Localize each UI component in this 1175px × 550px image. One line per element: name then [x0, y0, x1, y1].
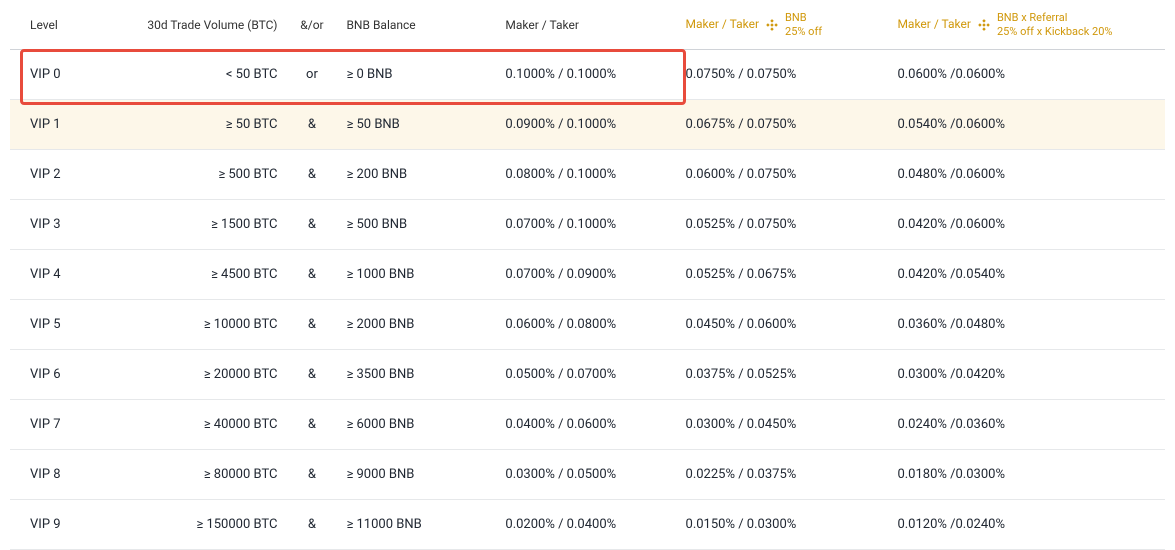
- cell-maker-taker: 0.0800% / 0.1000%: [497, 150, 677, 200]
- cell-volume: ≥ 500 BTC: [105, 150, 285, 200]
- cell-maker-taker: 0.0700% / 0.1000%: [497, 200, 677, 250]
- cell-volume: ≥ 20000 BTC: [105, 350, 285, 400]
- cell-level: VIP 5: [10, 300, 105, 350]
- table-row: VIP 4≥ 4500 BTC&≥ 1000 BNB0.0700% / 0.09…: [10, 250, 1165, 300]
- cell-maker-taker: 0.0400% / 0.0600%: [497, 400, 677, 450]
- cell-bnb: ≥ 3500 BNB: [338, 350, 497, 400]
- table-row: VIP 5≥ 10000 BTC&≥ 2000 BNB0.0600% / 0.0…: [10, 300, 1165, 350]
- cell-volume: ≥ 1500 BTC: [105, 200, 285, 250]
- cell-bnb: ≥ 11000 BNB: [338, 500, 497, 550]
- cell-level: VIP 7: [10, 400, 105, 450]
- hdr-op: &/or: [285, 0, 338, 50]
- cell-bnb25: 0.0150% / 0.0300%: [678, 500, 890, 550]
- table-row: VIP 7≥ 40000 BTC&≥ 6000 BNB0.0400% / 0.0…: [10, 400, 1165, 450]
- cell-bnb25: 0.0525% / 0.0750%: [678, 200, 890, 250]
- table-row: VIP 8≥ 80000 BTC&≥ 9000 BNB0.0300% / 0.0…: [10, 450, 1165, 500]
- cell-level: VIP 8: [10, 450, 105, 500]
- cell-bnb25: 0.0450% / 0.0600%: [678, 300, 890, 350]
- cell-op: &: [285, 200, 338, 250]
- hdr-referral-sub: BNB x Referral 25% off x Kickback 20%: [997, 11, 1113, 37]
- cell-bnb25: 0.0675% / 0.0750%: [678, 100, 890, 150]
- hdr-referral: Maker / Taker BNB x Referral 25% off x K…: [889, 0, 1165, 50]
- cell-bnb25: 0.0375% / 0.0525%: [678, 350, 890, 400]
- cell-maker-taker: 0.0200% / 0.0400%: [497, 500, 677, 550]
- cell-level: VIP 6: [10, 350, 105, 400]
- bnb-icon: [977, 18, 991, 32]
- cell-op: &: [285, 450, 338, 500]
- cell-bnb: ≥ 50 BNB: [338, 100, 497, 150]
- cell-op: &: [285, 250, 338, 300]
- cell-referral: 0.0540% /0.0600%: [889, 100, 1165, 150]
- table-header-row: Level 30d Trade Volume (BTC) &/or BNB Ba…: [10, 0, 1165, 50]
- cell-maker-taker: 0.0900% / 0.1000%: [497, 100, 677, 150]
- table-row: VIP 6≥ 20000 BTC&≥ 3500 BNB0.0500% / 0.0…: [10, 350, 1165, 400]
- cell-bnb: ≥ 0 BNB: [338, 50, 497, 100]
- cell-level: VIP 9: [10, 500, 105, 550]
- hdr-bnb25-sub: BNB 25% off: [785, 11, 822, 37]
- cell-op: &: [285, 350, 338, 400]
- cell-op: &: [285, 300, 338, 350]
- hdr-bnb25: Maker / Taker BNB 25% off: [678, 0, 890, 50]
- cell-volume: ≥ 50 BTC: [105, 100, 285, 150]
- cell-bnb25: 0.0300% / 0.0450%: [678, 400, 890, 450]
- cell-bnb: ≥ 2000 BNB: [338, 300, 497, 350]
- table-body: VIP 0< 50 BTCor≥ 0 BNB0.1000% / 0.1000%0…: [10, 50, 1165, 550]
- fee-table: Level 30d Trade Volume (BTC) &/or BNB Ba…: [10, 0, 1165, 550]
- cell-level: VIP 4: [10, 250, 105, 300]
- cell-referral: 0.0360% /0.0480%: [889, 300, 1165, 350]
- hdr-referral-main: Maker / Taker: [897, 17, 971, 31]
- cell-maker-taker: 0.0600% / 0.0800%: [497, 300, 677, 350]
- cell-bnb: ≥ 9000 BNB: [338, 450, 497, 500]
- cell-level: VIP 0: [10, 50, 105, 100]
- cell-referral: 0.0480% /0.0600%: [889, 150, 1165, 200]
- cell-op: &: [285, 400, 338, 450]
- cell-volume: ≥ 80000 BTC: [105, 450, 285, 500]
- cell-referral: 0.0120% /0.0240%: [889, 500, 1165, 550]
- cell-referral: 0.0600% /0.0600%: [889, 50, 1165, 100]
- cell-bnb25: 0.0225% / 0.0375%: [678, 450, 890, 500]
- cell-bnb: ≥ 6000 BNB: [338, 400, 497, 450]
- cell-volume: ≥ 40000 BTC: [105, 400, 285, 450]
- cell-bnb25: 0.0525% / 0.0675%: [678, 250, 890, 300]
- cell-volume: ≥ 4500 BTC: [105, 250, 285, 300]
- cell-referral: 0.0420% /0.0600%: [889, 200, 1165, 250]
- cell-bnb25: 0.0750% / 0.0750%: [678, 50, 890, 100]
- bnb-icon: [765, 18, 779, 32]
- table-row: VIP 0< 50 BTCor≥ 0 BNB0.1000% / 0.1000%0…: [10, 50, 1165, 100]
- cell-volume: ≥ 10000 BTC: [105, 300, 285, 350]
- cell-op: &: [285, 100, 338, 150]
- cell-op: or: [285, 50, 338, 100]
- cell-bnb: ≥ 500 BNB: [338, 200, 497, 250]
- table-row: VIP 3≥ 1500 BTC&≥ 500 BNB0.0700% / 0.100…: [10, 200, 1165, 250]
- cell-bnb: ≥ 1000 BNB: [338, 250, 497, 300]
- cell-maker-taker: 0.1000% / 0.1000%: [497, 50, 677, 100]
- cell-bnb25: 0.0600% / 0.0750%: [678, 150, 890, 200]
- hdr-bnb-balance: BNB Balance: [338, 0, 497, 50]
- cell-referral: 0.0240% /0.0360%: [889, 400, 1165, 450]
- hdr-level: Level: [10, 0, 105, 50]
- cell-level: VIP 2: [10, 150, 105, 200]
- cell-volume: ≥ 150000 BTC: [105, 500, 285, 550]
- cell-volume: < 50 BTC: [105, 50, 285, 100]
- fee-table-container: Level 30d Trade Volume (BTC) &/or BNB Ba…: [10, 0, 1165, 550]
- cell-bnb: ≥ 200 BNB: [338, 150, 497, 200]
- cell-level: VIP 1: [10, 100, 105, 150]
- table-row: VIP 2≥ 500 BTC&≥ 200 BNB0.0800% / 0.1000…: [10, 150, 1165, 200]
- cell-maker-taker: 0.0500% / 0.0700%: [497, 350, 677, 400]
- table-row: VIP 9≥ 150000 BTC&≥ 11000 BNB0.0200% / 0…: [10, 500, 1165, 550]
- cell-referral: 0.0180% /0.0300%: [889, 450, 1165, 500]
- table-row: VIP 1≥ 50 BTC&≥ 50 BNB0.0900% / 0.1000%0…: [10, 100, 1165, 150]
- cell-referral: 0.0300% /0.0420%: [889, 350, 1165, 400]
- cell-op: &: [285, 500, 338, 550]
- cell-referral: 0.0420% /0.0540%: [889, 250, 1165, 300]
- cell-level: VIP 3: [10, 200, 105, 250]
- hdr-maker-taker: Maker / Taker: [497, 0, 677, 50]
- hdr-bnb25-main: Maker / Taker: [686, 17, 760, 31]
- cell-maker-taker: 0.0700% / 0.0900%: [497, 250, 677, 300]
- hdr-volume: 30d Trade Volume (BTC): [105, 0, 285, 50]
- cell-op: &: [285, 150, 338, 200]
- cell-maker-taker: 0.0300% / 0.0500%: [497, 450, 677, 500]
